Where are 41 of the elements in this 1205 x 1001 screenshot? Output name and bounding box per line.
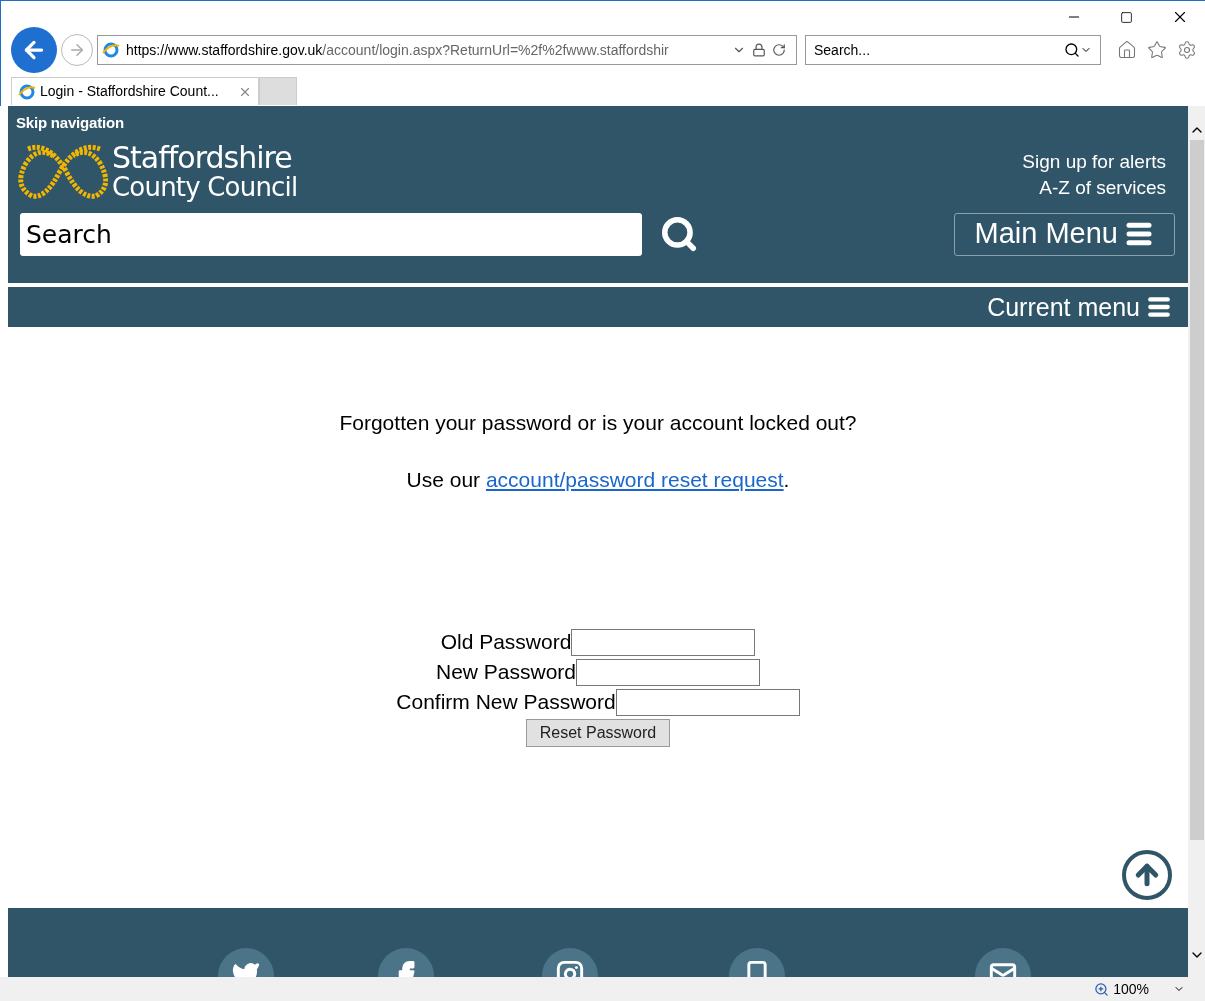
maximize-icon[interactable] — [1120, 10, 1133, 24]
address-url: https://www.staffordshire.gov.uk/account/login.aspx?ReturnUrl=%2f%2fwww.staffordshir — [126, 40, 670, 60]
home-icon[interactable] — [1117, 40, 1137, 60]
search-icon[interactable] — [660, 215, 698, 253]
field-label: Old Password — [440, 629, 572, 656]
browser-tab[interactable]: Login - Staffordshire Count... — [11, 77, 259, 105]
address-bar[interactable]: https://www.staffordshire.gov.uk/account/login.aspx?ReturnUrl=%2f%2fwww.staffordshir — [97, 35, 797, 65]
main-menu-button[interactable]: Main Menu — [953, 212, 1175, 256]
reset-text: Use our account/password reset request. — [406, 466, 790, 493]
search-icon[interactable] — [1064, 42, 1080, 58]
browser-logo-icon — [18, 82, 36, 101]
forward-arrow-icon — [68, 41, 86, 59]
reset-request-link[interactable]: account/password reset request — [485, 467, 784, 491]
browser-search-input[interactable]: Search... — [814, 39, 1064, 61]
header-link[interactable]: A-Z of services — [1039, 174, 1166, 201]
field-label: Confirm New Password — [396, 689, 616, 716]
favorites-icon[interactable] — [1147, 40, 1167, 60]
zoom-icon[interactable] — [1094, 981, 1110, 997]
current-menu-button[interactable]: Current menu — [987, 292, 1172, 322]
zoom-level: 100% — [1113, 979, 1149, 999]
password-field[interactable] — [576, 658, 761, 686]
password-field[interactable] — [615, 688, 800, 716]
reset-password-button[interactable]: Reset Password — [525, 719, 671, 747]
back-button[interactable] — [11, 27, 57, 73]
field-label: New Password — [435, 659, 577, 686]
logo-subtitle: County Council — [112, 173, 298, 201]
refresh-icon[interactable] — [772, 43, 786, 57]
lock-icon — [752, 43, 766, 57]
menu-icon — [1146, 294, 1172, 320]
question-text: Forgotten your password or is your account locked out? — [339, 410, 857, 436]
tab-title: Login - Staffordshire Count... — [40, 82, 220, 101]
back-to-top-button[interactable] — [1122, 850, 1172, 900]
header-link[interactable]: Sign up for alerts — [1022, 148, 1166, 175]
site-search-field[interactable]: Search — [20, 212, 642, 256]
scrollbar[interactable] — [1188, 106, 1205, 977]
skip-navigation-link[interactable]: Skip navigation — [16, 112, 124, 135]
logo-title: Staffordshire — [112, 142, 293, 174]
browser-logo-icon — [102, 41, 120, 59]
browser-search-field[interactable]: Search... — [805, 35, 1101, 65]
password-field[interactable] — [571, 628, 756, 656]
settings-icon[interactable] — [1177, 40, 1197, 60]
